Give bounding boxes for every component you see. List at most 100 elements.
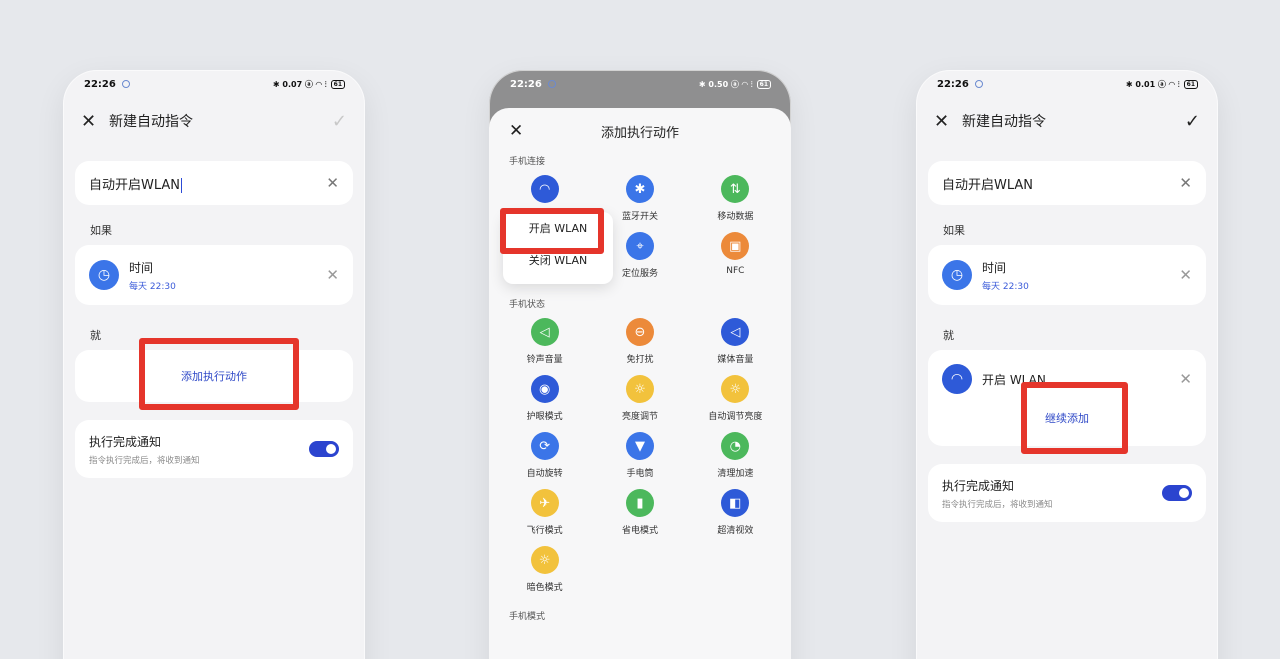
condition-schedule: 每天 22:30 [982, 281, 1029, 292]
command-name-input[interactable]: 自动开启WLAN ✕ [928, 161, 1206, 205]
command-name-input[interactable]: 自动开启WLAN ✕ [75, 161, 353, 205]
wifi-icon: ◠ [530, 175, 559, 203]
brightness-icon: ☼ [625, 375, 654, 403]
tile-nfc[interactable]: ▣ NFC [688, 232, 783, 279]
top-bar: ✕ 新建自动指令 ✓ [63, 98, 365, 144]
tile-mobile-data[interactable]: ⇅ 移动数据 [688, 175, 783, 222]
tile-auto-brightness[interactable]: ☼ 自动调节亮度 [688, 375, 783, 422]
status-bar: 22:26 ✱ 0.07 ⓐ ◠ ⫶ 61 [63, 70, 365, 98]
battery-icon: 61 [330, 79, 345, 89]
tile-hd-visual[interactable]: ◧ 超清视效 [688, 489, 783, 536]
ringtone-volume-icon: ◁ [530, 318, 559, 346]
tile-eye-care[interactable]: ◉ 护眼模式 [497, 375, 592, 422]
condition-title: 时间 [982, 260, 1007, 275]
remove-condition-icon[interactable]: ✕ [326, 266, 339, 284]
bluetooth-icon: ✱ [625, 175, 654, 203]
condition-time-card[interactable]: ◷ 时间 每天 22:30 ✕ [75, 245, 353, 305]
tile-label: 护眼模式 [526, 412, 563, 422]
close-icon[interactable]: ✕ [934, 111, 962, 132]
battery-icon: 61 [1183, 79, 1198, 89]
eye-care-icon: ◉ [530, 375, 559, 403]
tile-label: 自动旋转 [526, 469, 563, 479]
highlight-box [500, 208, 604, 254]
notification-icon [121, 80, 130, 88]
notify-toggle[interactable] [1162, 485, 1192, 501]
highlight-box [1021, 382, 1128, 454]
action-sheet: ✕ 添加执行动作 手机连接 ◠ ✱ 蓝牙开关 ⇅ 移动数据 ⌖ 定位服务 ▣ N… [489, 108, 791, 659]
close-icon[interactable]: ✕ [81, 111, 109, 132]
sheet-header: ✕ 添加执行动作 [489, 108, 791, 154]
auto-brightness-icon: ☼ [721, 375, 750, 403]
dark-mode-icon: ☼ [530, 546, 559, 574]
state-grid: ◁ 铃声音量 ⊖ 免打扰 ◁ 媒体音量 ◉ 护眼模式 ☼ 亮度调节 ☼ 自动调节亮度 ⟳ 自动… [489, 318, 791, 593]
status-bar: 22:26 ✱ 0.01 ⓐ ◠ ⫶ 61 [916, 70, 1218, 98]
notify-description: 指令执行完成后，将收到通知 [942, 499, 1053, 510]
do-not-disturb-icon: ⊖ [625, 318, 654, 346]
group-label-mode: 手机模式 [509, 612, 546, 622]
status-time: 22:26 [937, 78, 969, 90]
notify-title: 执行完成通知 [89, 434, 162, 449]
notify-description: 指令执行完成后，将收到通知 [89, 455, 200, 466]
condition-title: 时间 [129, 260, 154, 275]
page-title: 新建自动指令 [109, 114, 193, 130]
flashlight-icon: ▼ [625, 432, 654, 460]
page-title: 新建自动指令 [962, 114, 1046, 130]
tile-label: 亮度调节 [621, 412, 658, 422]
battery-icon: 61 [756, 79, 771, 89]
then-label: 就 [943, 329, 954, 342]
power-saving-icon: ▮ [625, 489, 654, 517]
command-name-value: 自动开启WLAN [942, 177, 1034, 193]
tile-do-not-disturb[interactable]: ⊖ 免打扰 [592, 318, 687, 365]
tile-label: 手电筒 [626, 469, 654, 479]
location-icon: ⌖ [625, 232, 654, 260]
tile-flashlight[interactable]: ▼ 手电筒 [592, 432, 687, 479]
tile-label: 清理加速 [717, 469, 754, 479]
tile-label: 超清视效 [717, 526, 754, 536]
tile-label: 免打扰 [626, 355, 654, 365]
tile-auto-rotate[interactable]: ⟳ 自动旋转 [497, 432, 592, 479]
tile-dark-mode[interactable]: ☼ 暗色模式 [497, 546, 592, 593]
tile-label: NFC [726, 266, 745, 276]
mobile-data-icon: ⇅ [721, 175, 750, 203]
tile-label: 铃声音量 [526, 355, 563, 365]
status-time: 22:26 [84, 78, 116, 90]
notification-icon [547, 80, 556, 88]
sheet-title: 添加执行动作 [600, 125, 679, 141]
close-icon[interactable]: ✕ [509, 121, 537, 141]
tile-ringtone-volume[interactable]: ◁ 铃声音量 [497, 318, 592, 365]
top-bar: ✕ 新建自动指令 ✓ [916, 98, 1218, 144]
clean-boost-icon: ◔ [721, 432, 750, 460]
tile-label: 媒体音量 [717, 355, 754, 365]
clear-input-icon[interactable]: ✕ [326, 174, 339, 192]
hd-visual-icon: ◧ [721, 489, 750, 517]
tile-airplane-mode[interactable]: ✈ 飞行模式 [497, 489, 592, 536]
remove-condition-icon[interactable]: ✕ [1179, 266, 1192, 284]
clock-icon: ◷ [942, 260, 972, 290]
text-caret [181, 177, 183, 193]
tile-media-volume[interactable]: ◁ 媒体音量 [688, 318, 783, 365]
auto-rotate-icon: ⟳ [530, 432, 559, 460]
nfc-icon: ▣ [721, 232, 750, 260]
if-label: 如果 [90, 224, 112, 237]
clear-input-icon[interactable]: ✕ [1179, 174, 1192, 192]
remove-action-icon[interactable]: ✕ [1179, 370, 1192, 388]
tile-label: 省电模式 [621, 526, 658, 536]
tile-clean-boost[interactable]: ◔ 清理加速 [688, 432, 783, 479]
media-volume-icon: ◁ [721, 318, 750, 346]
status-icons: ✱ 0.50 ⓐ ◠ ⫶ 61 [699, 79, 771, 90]
group-label-connection: 手机连接 [509, 157, 546, 167]
tile-power-saving[interactable]: ▮ 省电模式 [592, 489, 687, 536]
tile-brightness[interactable]: ☼ 亮度调节 [592, 375, 687, 422]
tile-label: 自动调节亮度 [708, 412, 763, 422]
notify-toggle[interactable] [309, 441, 339, 457]
if-label: 如果 [943, 224, 965, 237]
condition-schedule: 每天 22:30 [129, 281, 176, 292]
tile-label: 飞行模式 [526, 526, 563, 536]
tile-label: 定位服务 [621, 269, 658, 279]
condition-time-card[interactable]: ◷ 时间 每天 22:30 ✕ [928, 245, 1206, 305]
confirm-check-icon[interactable]: ✓ [1185, 111, 1200, 132]
clock-icon: ◷ [89, 260, 119, 290]
tile-label: 蓝牙开关 [621, 212, 658, 222]
tile-label: 暗色模式 [526, 583, 563, 593]
confirm-check-icon[interactable]: ✓ [332, 111, 347, 132]
